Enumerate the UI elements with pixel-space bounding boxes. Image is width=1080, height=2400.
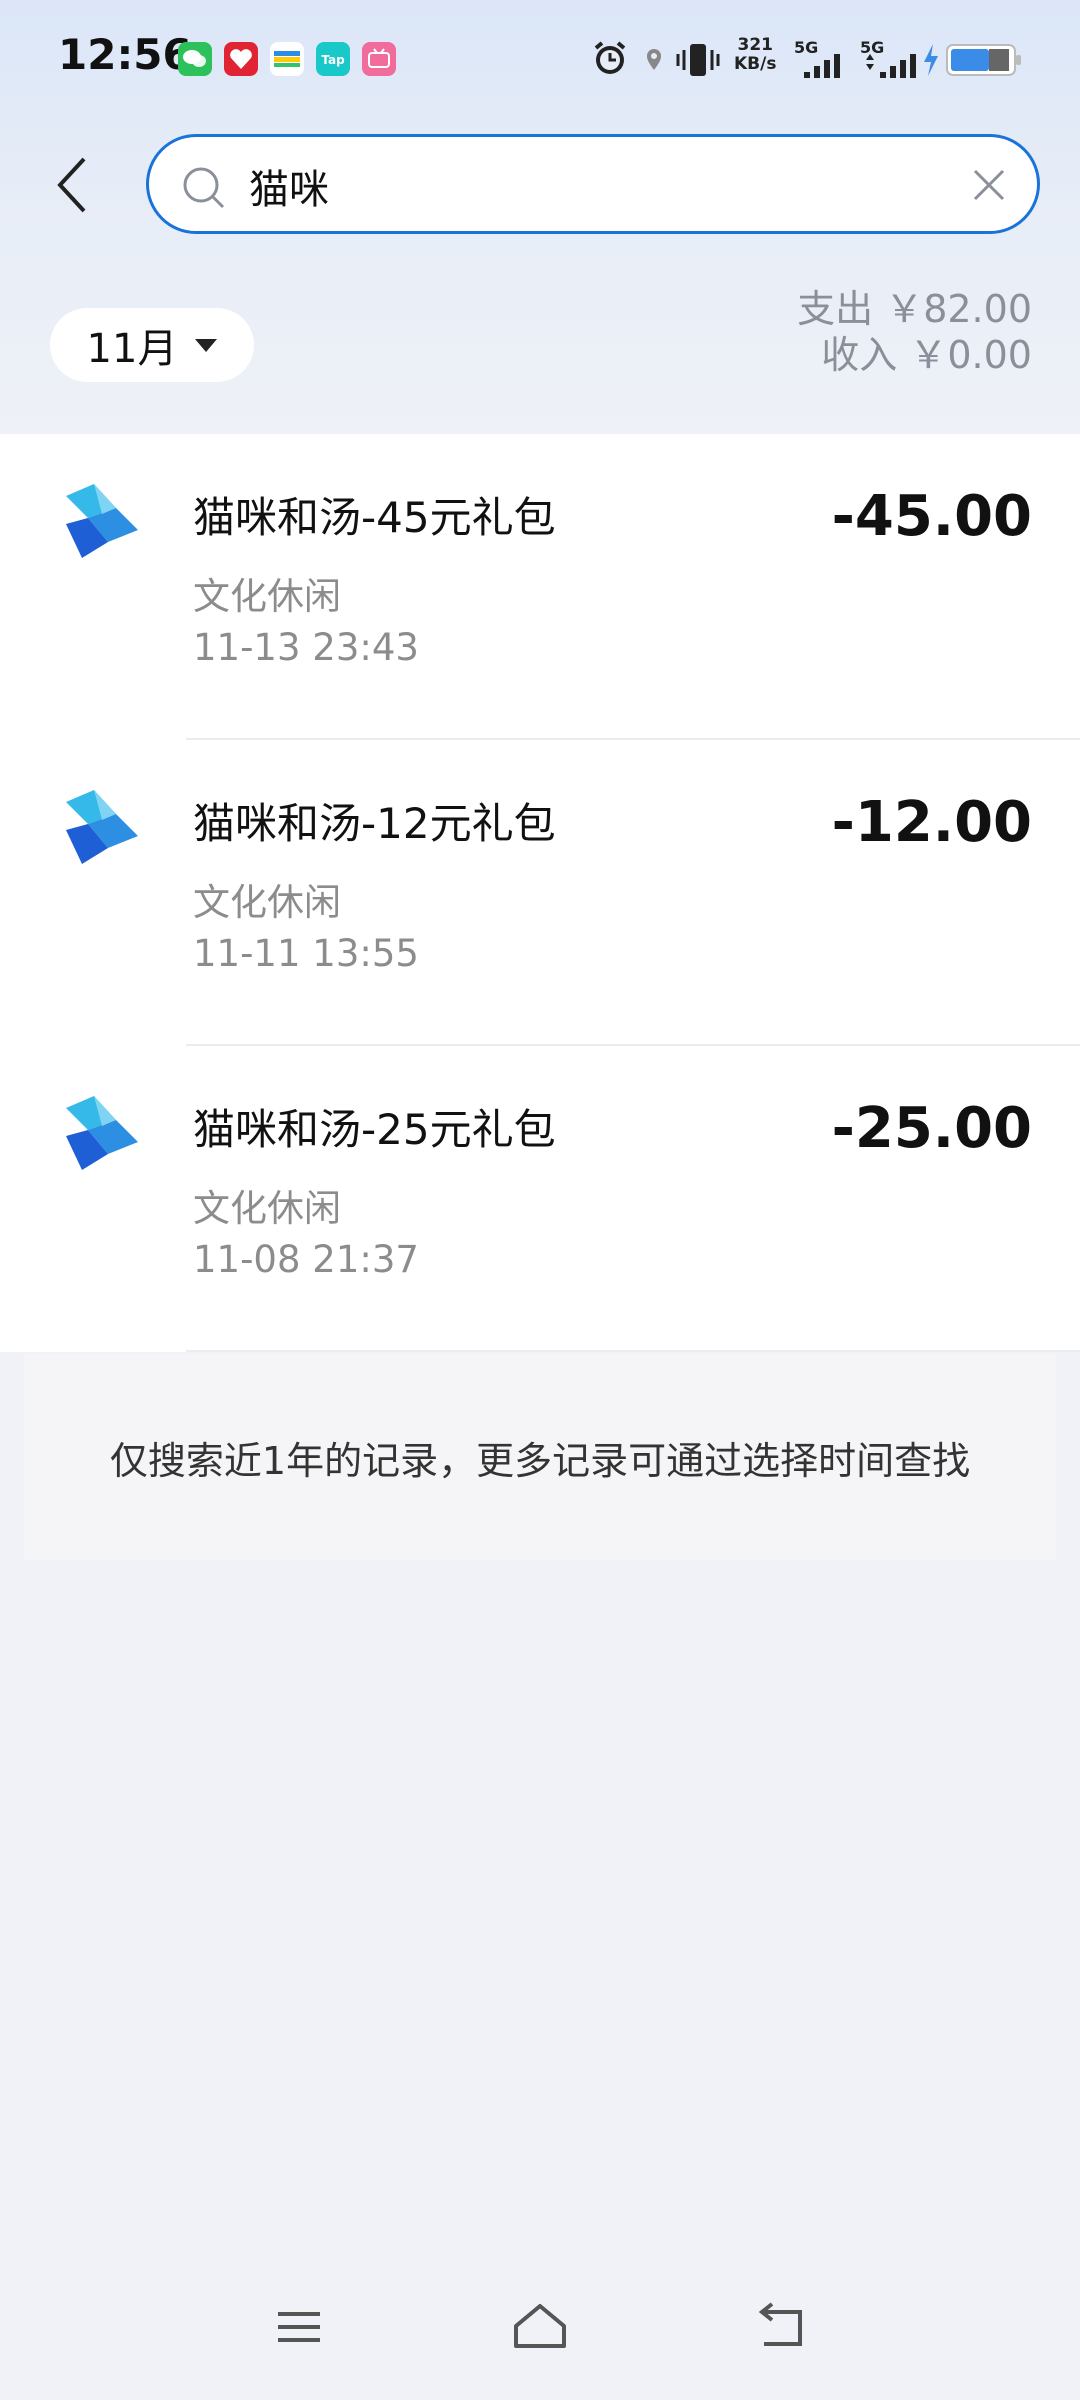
merchant-logo-icon — [66, 484, 138, 558]
transaction-amount: -45.00 — [831, 484, 1032, 549]
vibrate-icon — [676, 44, 720, 76]
transaction-category: 文化休闲 — [193, 575, 341, 618]
charging-icon — [924, 44, 938, 76]
transaction-datetime: 11-13 23:43 — [193, 626, 419, 669]
expense-total: 支出 ￥82.00 — [797, 287, 1032, 331]
transaction-row[interactable]: 猫咪和汤-12元礼包 文化休闲 11-11 13:55 -12.00 — [0, 740, 1080, 1046]
caret-down-icon — [195, 338, 218, 352]
taptap-icon: Tap — [316, 42, 350, 76]
transaction-title: 猫咪和汤-25元礼包 — [193, 1105, 556, 1154]
close-icon[interactable] — [971, 167, 1007, 203]
transaction-amount: -12.00 — [831, 790, 1032, 855]
app-red-icon — [224, 42, 258, 76]
transaction-amount: -25.00 — [831, 1096, 1032, 1161]
transaction-row[interactable]: 猫咪和汤-45元礼包 文化休闲 11-13 23:43 -45.00 — [0, 434, 1080, 740]
menu-icon[interactable] — [274, 2302, 324, 2352]
transaction-list: 猫咪和汤-45元礼包 文化休闲 11-13 23:43 -45.00 猫咪和汤-… — [0, 434, 1080, 1352]
notice-text: 仅搜索近1年的记录，更多记录可通过选择时间查找 — [109, 1438, 971, 1483]
location-icon — [647, 49, 661, 70]
transaction-title: 猫咪和汤-45元礼包 — [193, 493, 556, 542]
transaction-row[interactable]: 猫咪和汤-25元礼包 文化休闲 11-08 21:37 -25.00 — [0, 1046, 1080, 1352]
search-range-notice: 仅搜索近1年的记录，更多记录可通过选择时间查找 — [24, 1354, 1056, 1560]
search-input[interactable] — [247, 155, 891, 217]
system-nav-bar — [0, 2290, 1080, 2380]
merchant-logo-icon — [66, 1096, 138, 1170]
home-icon[interactable] — [510, 2302, 570, 2352]
search-icon — [183, 167, 225, 209]
transaction-datetime: 11-11 13:55 — [193, 932, 419, 975]
signal-icon — [804, 54, 840, 78]
back-button[interactable] — [44, 150, 104, 220]
battery-icon — [946, 44, 1021, 76]
transaction-category: 文化休闲 — [193, 1187, 341, 1230]
month-filter-button[interactable]: 11月 — [50, 308, 254, 382]
back-nav-icon[interactable] — [756, 2302, 806, 2352]
income-total: 收入 ￥0.00 — [821, 333, 1032, 377]
search-box[interactable] — [146, 134, 1040, 234]
network-speed: 321 KB/s — [734, 36, 776, 74]
totals-summary: 支出 ￥82.00 收入 ￥0.00 — [797, 286, 1032, 378]
status-bar: 12:56 Tap 321 KB/s 5G 5G — [0, 0, 1080, 120]
alarm-icon — [594, 41, 626, 74]
signal-icon — [866, 54, 916, 78]
network-speed-value: 321 — [737, 35, 773, 55]
transaction-title: 猫咪和汤-12元礼包 — [193, 799, 556, 848]
transaction-category: 文化休闲 — [193, 881, 341, 924]
transaction-datetime: 11-08 21:37 — [193, 1238, 419, 1281]
wechat-icon — [178, 42, 212, 76]
network-speed-unit: KB/s — [734, 54, 777, 74]
svg-text:Tap: Tap — [321, 53, 345, 67]
status-time: 12:56 — [58, 30, 192, 79]
app-stripe-icon — [270, 42, 304, 76]
row-divider — [186, 1350, 1080, 1352]
month-label: 11月 — [86, 326, 178, 372]
bilibili-icon — [362, 42, 396, 76]
merchant-logo-icon — [66, 790, 138, 864]
chevron-left-icon — [57, 157, 86, 213]
